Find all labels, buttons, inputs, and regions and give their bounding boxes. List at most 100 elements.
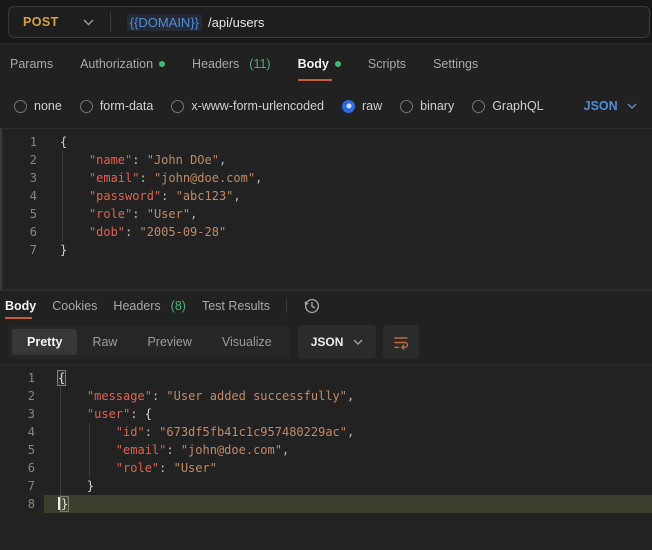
radio-circle	[472, 99, 486, 113]
radio-binary-label: binary	[420, 99, 455, 113]
code-line[interactable]: "role": "User"	[44, 459, 652, 477]
history-clock-icon[interactable]	[303, 297, 321, 315]
line-number: 3	[27, 407, 35, 421]
response-format-selector[interactable]: JSON	[297, 325, 377, 359]
code-line[interactable]: "email": "john@doe.com",	[46, 169, 652, 187]
radio-none[interactable]: none	[14, 99, 62, 113]
response-body-code[interactable]: { "message": "User added successfully", …	[44, 365, 652, 550]
tab-settings[interactable]: Settings	[433, 44, 478, 84]
body-type-selector: none form-data x-www-form-urlencoded raw…	[0, 84, 652, 128]
code-line[interactable]: "role": "User",	[46, 205, 652, 223]
response-headers-count-badge: (8)	[170, 298, 186, 313]
code-line[interactable]: }	[44, 477, 652, 495]
line-number: 2	[29, 153, 37, 167]
tab-headers[interactable]: Headers (11)	[192, 44, 271, 84]
radio-raw-label: raw	[362, 99, 383, 113]
code-line[interactable]: "message": "User added successfully",	[44, 387, 652, 405]
code-line[interactable]: "password": "abc123",	[46, 187, 652, 205]
radio-urlencoded-label: x-www-form-urlencoded	[191, 99, 324, 113]
radio-raw[interactable]: raw	[342, 99, 382, 113]
request-bar-row: POST {{DOMAIN}} /api/users	[0, 0, 652, 44]
response-tab-test-results-label: Test Results	[201, 298, 271, 313]
divider	[286, 298, 288, 313]
raw-language-selector[interactable]: JSON	[584, 99, 637, 113]
radio-circle	[400, 99, 414, 113]
request-body-editor[interactable]: 1 2 3 4 5 6 7 { "name": "John DOe", "email": "…	[0, 128, 652, 290]
tab-body-label: Body	[297, 57, 329, 71]
method-selector[interactable]: POST	[9, 7, 110, 37]
tab-params[interactable]: Params	[10, 44, 53, 84]
tab-params-label: Params	[10, 57, 54, 71]
line-number: 4	[27, 425, 35, 439]
view-preview[interactable]: Preview	[132, 329, 206, 355]
line-number: 2	[27, 389, 35, 403]
code-line[interactable]: {	[44, 369, 652, 387]
line-number: 4	[29, 189, 37, 203]
view-raw[interactable]: Raw	[77, 329, 132, 355]
view-pretty[interactable]: Pretty	[12, 329, 78, 355]
response-tab-headers-label: Headers	[113, 298, 161, 313]
line-number: 5	[29, 207, 37, 221]
line-number: 5	[27, 443, 35, 457]
chevron-down-icon	[627, 103, 637, 109]
radio-circle-selected	[342, 99, 355, 113]
radio-form-data[interactable]: form-data	[79, 99, 154, 113]
code-line[interactable]: "id": "673df5fb41c1c957480229ac",	[44, 423, 652, 441]
response-format-label: JSON	[310, 335, 344, 349]
api-client-window: POST {{DOMAIN}} /api/users Params Author…	[0, 0, 652, 550]
request-body-code[interactable]: { "name": "John DOe", "email": "john@doe…	[46, 129, 652, 289]
code-line[interactable]: }	[44, 495, 652, 513]
headers-count-badge: (11)	[249, 57, 271, 71]
wrap-text-icon[interactable]	[383, 325, 420, 359]
radio-graphql-label: GraphQL	[492, 99, 544, 113]
chevron-down-icon	[353, 339, 363, 345]
response-view-switcher: Pretty Raw Preview Visualize	[8, 325, 291, 359]
radio-circle	[79, 99, 93, 113]
line-number: 6	[29, 225, 37, 239]
response-toolbar: Pretty Raw Preview Visualize JSON	[0, 320, 652, 364]
line-number: 8	[27, 497, 35, 511]
code-line[interactable]: "email": "john@doe.com",	[44, 441, 652, 459]
response-tab-body-label: Body	[5, 298, 37, 313]
tab-authorization-label: Authorization	[80, 57, 154, 71]
view-raw-label: Raw	[92, 335, 118, 349]
code-line[interactable]: {	[46, 133, 652, 151]
method-label: POST	[23, 15, 59, 29]
request-tabs: Params Authorization Headers (11) Body S…	[0, 44, 652, 84]
code-line[interactable]: "dob": "2005-09-28"	[46, 223, 652, 241]
response-tab-body[interactable]: Body	[5, 291, 36, 320]
radio-none-label: none	[34, 99, 62, 113]
tab-authorization[interactable]: Authorization	[80, 44, 166, 84]
url-path: /api/users	[208, 14, 265, 30]
radio-circle	[171, 99, 185, 113]
view-visualize-label: Visualize	[221, 335, 272, 349]
view-visualize[interactable]: Visualize	[207, 329, 287, 355]
response-tab-headers[interactable]: Headers (8)	[113, 291, 186, 320]
url-environment-variable: {{DOMAIN}}	[126, 13, 203, 31]
url-input[interactable]: {{DOMAIN}} /api/users	[111, 13, 265, 31]
tab-scripts[interactable]: Scripts	[368, 44, 406, 84]
radio-binary[interactable]: binary	[400, 99, 454, 113]
body-status-dot	[334, 61, 341, 67]
response-tab-cookies[interactable]: Cookies	[52, 291, 97, 320]
line-number: 1	[29, 135, 37, 149]
radio-x-www-form-urlencoded[interactable]: x-www-form-urlencoded	[171, 99, 324, 113]
tab-body[interactable]: Body	[297, 44, 341, 84]
code-line[interactable]: "name": "John DOe",	[46, 151, 652, 169]
radio-form-data-label: form-data	[99, 99, 154, 113]
code-line[interactable]: }	[46, 241, 652, 259]
line-number: 7	[27, 479, 35, 493]
line-number: 1	[27, 371, 35, 385]
line-number-gutter: 1 2 3 4 5 6 7 8	[0, 365, 44, 550]
line-number: 7	[29, 243, 37, 257]
response-body-editor[interactable]: 1 2 3 4 5 6 7 8 { "message": "User added succes…	[0, 364, 652, 550]
radio-graphql[interactable]: GraphQL	[472, 99, 544, 113]
line-number: 6	[27, 461, 35, 475]
line-number-gutter: 1 2 3 4 5 6 7	[2, 129, 46, 289]
view-pretty-label: Pretty	[27, 335, 63, 349]
response-tab-test-results[interactable]: Test Results	[202, 291, 270, 320]
code-line[interactable]: "user": {	[44, 405, 652, 423]
text-cursor	[58, 497, 60, 510]
raw-language-label: JSON	[583, 99, 618, 113]
tab-settings-label: Settings	[433, 57, 479, 71]
